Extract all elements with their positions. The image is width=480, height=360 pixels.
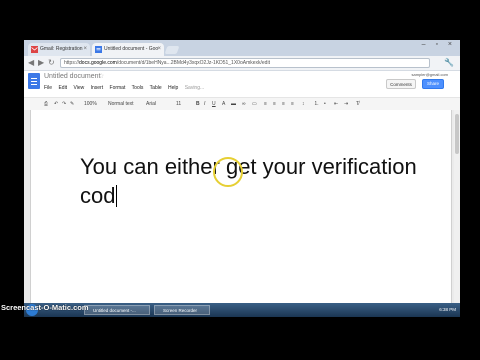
link-icon[interactable]: ∞ — [242, 100, 246, 108]
line-spacing-icon[interactable]: ↕ — [302, 100, 305, 108]
menu-edit[interactable]: Edit — [58, 85, 67, 91]
menu-help[interactable]: Help — [168, 85, 178, 91]
forward-icon[interactable]: ▶ — [38, 58, 44, 68]
user-email[interactable]: sampler@gmail.com — [411, 72, 448, 77]
tab-gmail[interactable]: Gmail: Registration × — [28, 43, 90, 56]
font-select[interactable]: Arial — [146, 100, 156, 108]
browser-titlebar: Gmail: Registration × Untitled document … — [24, 40, 460, 56]
decrease-indent-icon[interactable]: ⇤ — [334, 100, 338, 108]
navigation-bar: ◀ ▶ ↻ https://docs.google.com/document/d… — [24, 56, 460, 71]
underline-icon[interactable]: U — [212, 100, 216, 108]
document-area — [24, 110, 460, 315]
document-body-text[interactable]: You can either get your verification cod — [80, 152, 420, 210]
vertical-scrollbar[interactable] — [454, 110, 460, 315]
url-host: docs.google.com — [79, 60, 117, 66]
url-path: /document/d/1beHNya...2BMd4y3xqxO2Jz-1KD… — [116, 60, 270, 66]
new-tab-button[interactable] — [164, 46, 180, 54]
menu-table[interactable]: Table — [150, 85, 162, 91]
scroll-thumb[interactable] — [455, 114, 459, 154]
undo-icon[interactable]: ↶ — [54, 100, 58, 108]
paint-format-icon[interactable]: ✎ — [70, 100, 74, 108]
align-left-icon[interactable]: ≡ — [264, 100, 267, 108]
docs-header: Untitled document ☆ File Edit View Inser… — [24, 71, 460, 97]
clear-formatting-icon[interactable]: T̸ — [356, 100, 359, 108]
redo-icon[interactable]: ↷ — [62, 100, 66, 108]
gmail-icon — [31, 46, 38, 53]
menu-view[interactable]: View — [73, 85, 84, 91]
menu-tools[interactable]: Tools — [132, 85, 144, 91]
docs-menu-bar: File Edit View Insert Format Tools Table… — [44, 85, 209, 91]
taskbar-item-recorder[interactable]: Screen Recorder — [154, 305, 210, 315]
tab-label: Gmail: Registration — [40, 46, 83, 52]
body-line-1: You can either get your verification — [80, 154, 417, 179]
bold-icon[interactable]: B — [196, 100, 200, 108]
italic-icon[interactable]: I — [204, 100, 205, 108]
wrench-icon[interactable]: 🔧 — [444, 58, 454, 67]
mouse-cursor-highlight — [213, 157, 243, 187]
align-center-icon[interactable]: ≡ — [273, 100, 276, 108]
tab-label: Untitled document - Goo — [104, 46, 159, 52]
bulleted-list-icon[interactable]: • — [324, 100, 326, 108]
document-page[interactable] — [30, 110, 452, 315]
docs-icon — [95, 46, 102, 53]
zoom-select[interactable]: 100% — [84, 100, 97, 108]
saving-status: Saving... — [184, 85, 205, 91]
highlight-icon[interactable]: ▬ — [231, 100, 236, 108]
justify-icon[interactable]: ≡ — [291, 100, 294, 108]
share-button[interactable]: Share — [422, 79, 444, 89]
star-icon[interactable]: ☆ — [98, 72, 104, 80]
font-size-select[interactable]: 11 — [176, 100, 181, 108]
document-title[interactable]: Untitled document — [44, 73, 100, 80]
text-color-icon[interactable]: A — [222, 100, 225, 108]
back-icon[interactable]: ◀ — [28, 58, 34, 68]
windows-taskbar: Untitled document -... Screen Recorder 6… — [24, 303, 460, 317]
address-bar[interactable]: https://docs.google.com/document/d/1beHN… — [60, 58, 430, 68]
reload-icon[interactable]: ↻ — [48, 58, 55, 68]
menu-format[interactable]: Format — [110, 85, 126, 91]
taskbar-item-docs[interactable]: Untitled document -... — [84, 305, 150, 315]
docs-logo-icon[interactable] — [28, 73, 40, 89]
style-select[interactable]: Normal text — [108, 100, 134, 108]
system-clock[interactable]: 6:38 PM — [439, 304, 456, 316]
close-tab-icon[interactable]: × — [157, 43, 161, 56]
numbered-list-icon[interactable]: ⒈ — [314, 100, 319, 108]
menu-file[interactable]: File — [44, 85, 52, 91]
increase-indent-icon[interactable]: ⇥ — [344, 100, 348, 108]
formatting-toolbar: ⎙ ↶ ↷ ✎ 100% Normal text Arial 11 B I U … — [24, 97, 460, 111]
align-right-icon[interactable]: ≡ — [282, 100, 285, 108]
body-line-2-wrapper: cod — [80, 181, 420, 210]
comments-button[interactable]: Comments — [386, 79, 416, 89]
window-controls[interactable]: – ▫ × — [422, 41, 456, 48]
text-caret — [116, 185, 118, 207]
comment-icon[interactable]: ▭ — [252, 100, 257, 108]
menu-insert[interactable]: Insert — [91, 85, 104, 91]
body-line-2: cod — [80, 183, 116, 208]
screencast-watermark: Screencast-O-Matic.com — [1, 303, 89, 312]
tab-docs[interactable]: Untitled document - Goo × — [92, 43, 164, 56]
print-icon[interactable]: ⎙ — [44, 100, 48, 108]
close-tab-icon[interactable]: × — [83, 43, 87, 56]
url-scheme: https:// — [64, 60, 80, 66]
